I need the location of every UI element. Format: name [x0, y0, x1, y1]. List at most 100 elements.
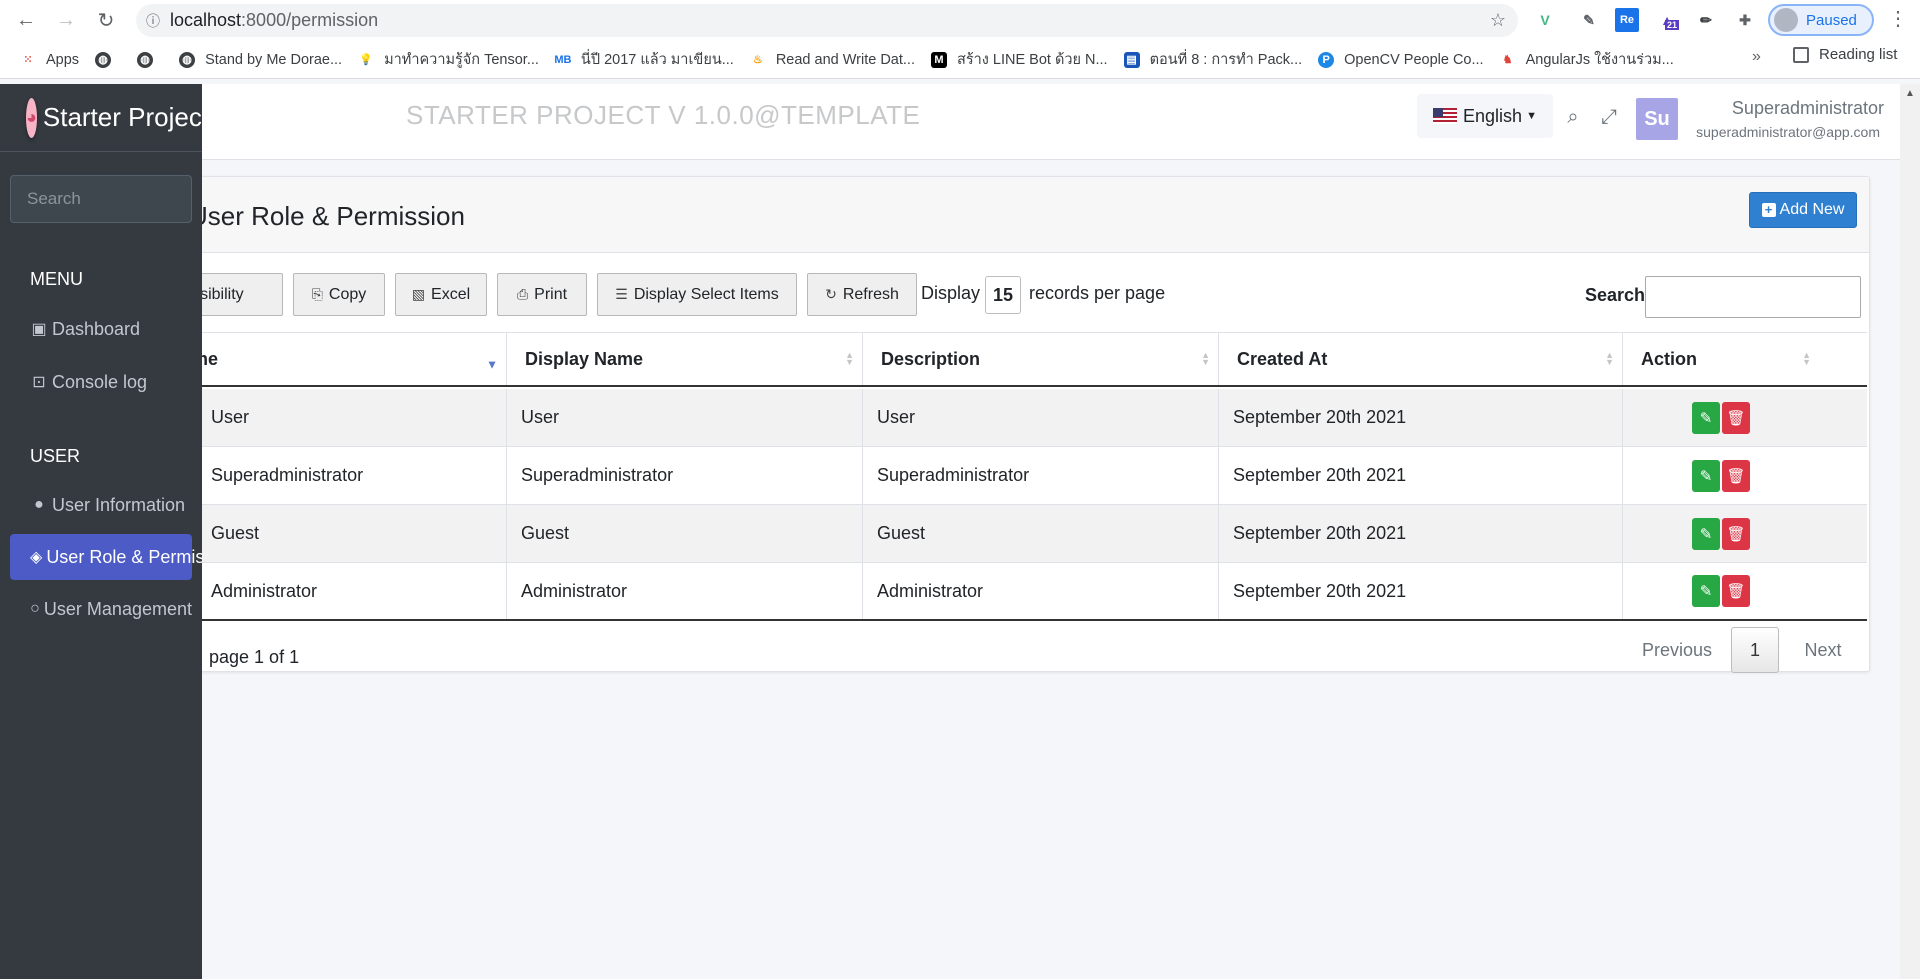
sidebar-item-console-log[interactable]: ⊡ Console log: [10, 359, 192, 405]
scroll-up-icon[interactable]: ▲: [1905, 88, 1915, 99]
bookmark-2017[interactable]: MB นี่ปี 2017 แล้ว มาเขียน...: [547, 46, 742, 74]
eyedropper-icon[interactable]: ✎: [1577, 8, 1601, 32]
bulb-icon: 💡: [359, 54, 373, 66]
edit-button[interactable]: ✎: [1692, 401, 1720, 434]
column-header-action[interactable]: Action ▲ ▼: [1623, 333, 1819, 385]
bookmark-label: สร้าง LINE Bot ด้วย N...: [957, 52, 1108, 68]
redux-icon[interactable]: Re: [1615, 8, 1639, 32]
delete-button[interactable]: 🗑: [1722, 575, 1750, 607]
reload-icon[interactable]: ↻: [88, 2, 124, 38]
bookmark-doraemon[interactable]: ◍ Stand by Me Dorae...: [171, 46, 350, 74]
edit-button[interactable]: ✎: [1692, 459, 1720, 492]
sidebar-item-user-management[interactable]: ○ User Management: [10, 586, 192, 632]
puzzle-icon[interactable]: ✚: [1733, 8, 1757, 32]
excel-label: Excel: [431, 285, 471, 303]
pencil-icon[interactable]: ✏: [1694, 8, 1718, 32]
sidebar-item-label: Console log: [52, 371, 148, 392]
bookmark-opencv[interactable]: P OpenCV People Co...: [1310, 46, 1491, 74]
delete-button[interactable]: 🗑: [1722, 517, 1750, 550]
m-icon: M: [931, 51, 947, 68]
bookmark-line-bot[interactable]: M สร้าง LINE Bot ด้วย N...: [923, 46, 1116, 74]
add-new-button[interactable]: + Add New: [1749, 192, 1857, 228]
column-header-label: Created At: [1237, 348, 1328, 369]
back-icon[interactable]: ←: [8, 2, 44, 38]
bookmark-label: Stand by Me Dorae...: [205, 51, 343, 68]
display-label: Display: [921, 283, 981, 303]
delete-button[interactable]: 🗑: [1722, 459, 1750, 492]
bookmark-angularjs[interactable]: ♞ AngularJs ใช้งานร่วม...: [1492, 46, 1682, 74]
search-icon[interactable]: ⌕: [1560, 104, 1586, 130]
print-button[interactable]: ⎙ Print: [497, 273, 587, 316]
forward-icon[interactable]: →: [48, 2, 84, 38]
print-label: Print: [534, 285, 568, 303]
display-select-items-button[interactable]: ☰ Display Select Items: [597, 273, 797, 316]
edit-button[interactable]: ✎: [1692, 575, 1720, 607]
bookmark-globe-1[interactable]: ◍: [87, 46, 129, 74]
cell-name: User: [151, 389, 507, 446]
sidebar-item-user-information[interactable]: ● User Information: [10, 482, 192, 528]
globe-icon: ◍: [137, 51, 154, 68]
table-header-row: Name▼ Display Name ▲▼ Description ▲▼ Creat…: [151, 332, 1867, 387]
graduation-cap-icon[interactable]: ▲21: [1655, 8, 1680, 32]
bookmark-firebase[interactable]: ♨ Read and Write Dat...: [742, 46, 923, 74]
table-search-input[interactable]: [1645, 276, 1861, 318]
sidebar-item-dashboard[interactable]: ▣ Dashboard: [10, 306, 192, 352]
copy-button[interactable]: ⎘ Copy: [293, 273, 385, 316]
cell-created-at: September 20th 2021: [1219, 563, 1623, 619]
cell-display-name: Administrator: [507, 563, 863, 619]
refresh-button[interactable]: ↻ Refresh: [807, 273, 917, 316]
column-header-label: Description: [881, 348, 981, 369]
avatar[interactable]: Su: [1636, 98, 1678, 140]
sidebar-item-label: Dashboard: [52, 318, 141, 339]
profile-button[interactable]: Paused: [1768, 4, 1874, 36]
bookmark-apps[interactable]: ⁙ Apps: [12, 46, 87, 74]
bookmark-globe-2[interactable]: ◍: [129, 46, 171, 74]
globe-icon: ◍: [179, 51, 196, 68]
table-row: Superadministrator Superadministrator Su…: [151, 447, 1867, 505]
bookmark-label: Read and Write Dat...: [775, 51, 915, 68]
column-header-created-at[interactable]: Created At ▲ ▼: [1219, 333, 1623, 385]
delete-button[interactable]: 🗑: [1722, 401, 1750, 434]
vue-devtools-icon[interactable]: V: [1533, 8, 1557, 32]
sidebar-item-user-role-permission[interactable]: ◈User Role & Permission: [10, 534, 202, 580]
column-header-name[interactable]: Name▼: [151, 333, 507, 385]
site-info-icon[interactable]: ⓘ: [136, 11, 170, 31]
extension-badge: 21: [1665, 20, 1680, 30]
browser-menu-icon[interactable]: ⋮: [1886, 6, 1910, 34]
bookmark-tensorflow[interactable]: 💡 มาทำความรู้จัก Tensor...: [350, 46, 547, 74]
column-header-display-name[interactable]: Display Name ▲ ▼: [507, 333, 863, 385]
cell-description: User: [863, 389, 1219, 446]
excel-button[interactable]: ▧ Excel: [395, 273, 487, 316]
sort-both-icon: ▲ ▼: [1201, 350, 1210, 367]
previous-button[interactable]: Previous: [1627, 627, 1727, 673]
plus-icon: +: [1761, 203, 1776, 217]
page-scrollbar[interactable]: [1900, 84, 1920, 979]
terminal-icon: ⊡: [32, 374, 46, 391]
profile-status: Paused: [1806, 11, 1857, 29]
cell-created-at: September 20th 2021: [1219, 389, 1623, 446]
sidebar-search-input[interactable]: Search: [10, 175, 192, 223]
column-header-description[interactable]: Description ▲ ▼: [863, 333, 1219, 385]
cell-created-at: September 20th 2021: [1219, 447, 1623, 504]
copy-label: Copy: [328, 285, 367, 303]
fullscreen-icon[interactable]: ⤢: [1596, 104, 1622, 130]
reading-list[interactable]: Reading list: [1793, 46, 1897, 63]
bookmark-star-icon[interactable]: ☆: [1490, 10, 1506, 31]
page-size-input[interactable]: 15: [985, 276, 1021, 314]
page-info: page 1 of 1: [209, 647, 300, 667]
bookmark-label: มาทำความรู้จัก Tensor...: [384, 52, 539, 68]
more-bookmarks-icon[interactable]: »: [1752, 48, 1761, 66]
language-dropdown[interactable]: English ▼: [1417, 94, 1553, 138]
sidebar-header-user: USER: [30, 446, 81, 466]
page-button-current[interactable]: 1: [1731, 627, 1779, 673]
fire-icon: ♨: [752, 54, 763, 66]
brand[interactable]: ◕ Starter Project: [0, 84, 202, 152]
layers-icon: ◈: [30, 549, 43, 566]
fox-icon: ♞: [1502, 54, 1513, 66]
refresh-label: Refresh: [842, 285, 899, 303]
next-button[interactable]: Next: [1787, 627, 1859, 673]
column-header-label: Action: [1641, 348, 1697, 369]
bookmark-package[interactable]: ▤ ตอนที่ 8 : การทำ Pack...: [1116, 46, 1311, 74]
edit-button[interactable]: ✎: [1692, 517, 1720, 550]
address-bar[interactable]: ⓘ localhost:8000/permission ☆: [136, 4, 1518, 37]
